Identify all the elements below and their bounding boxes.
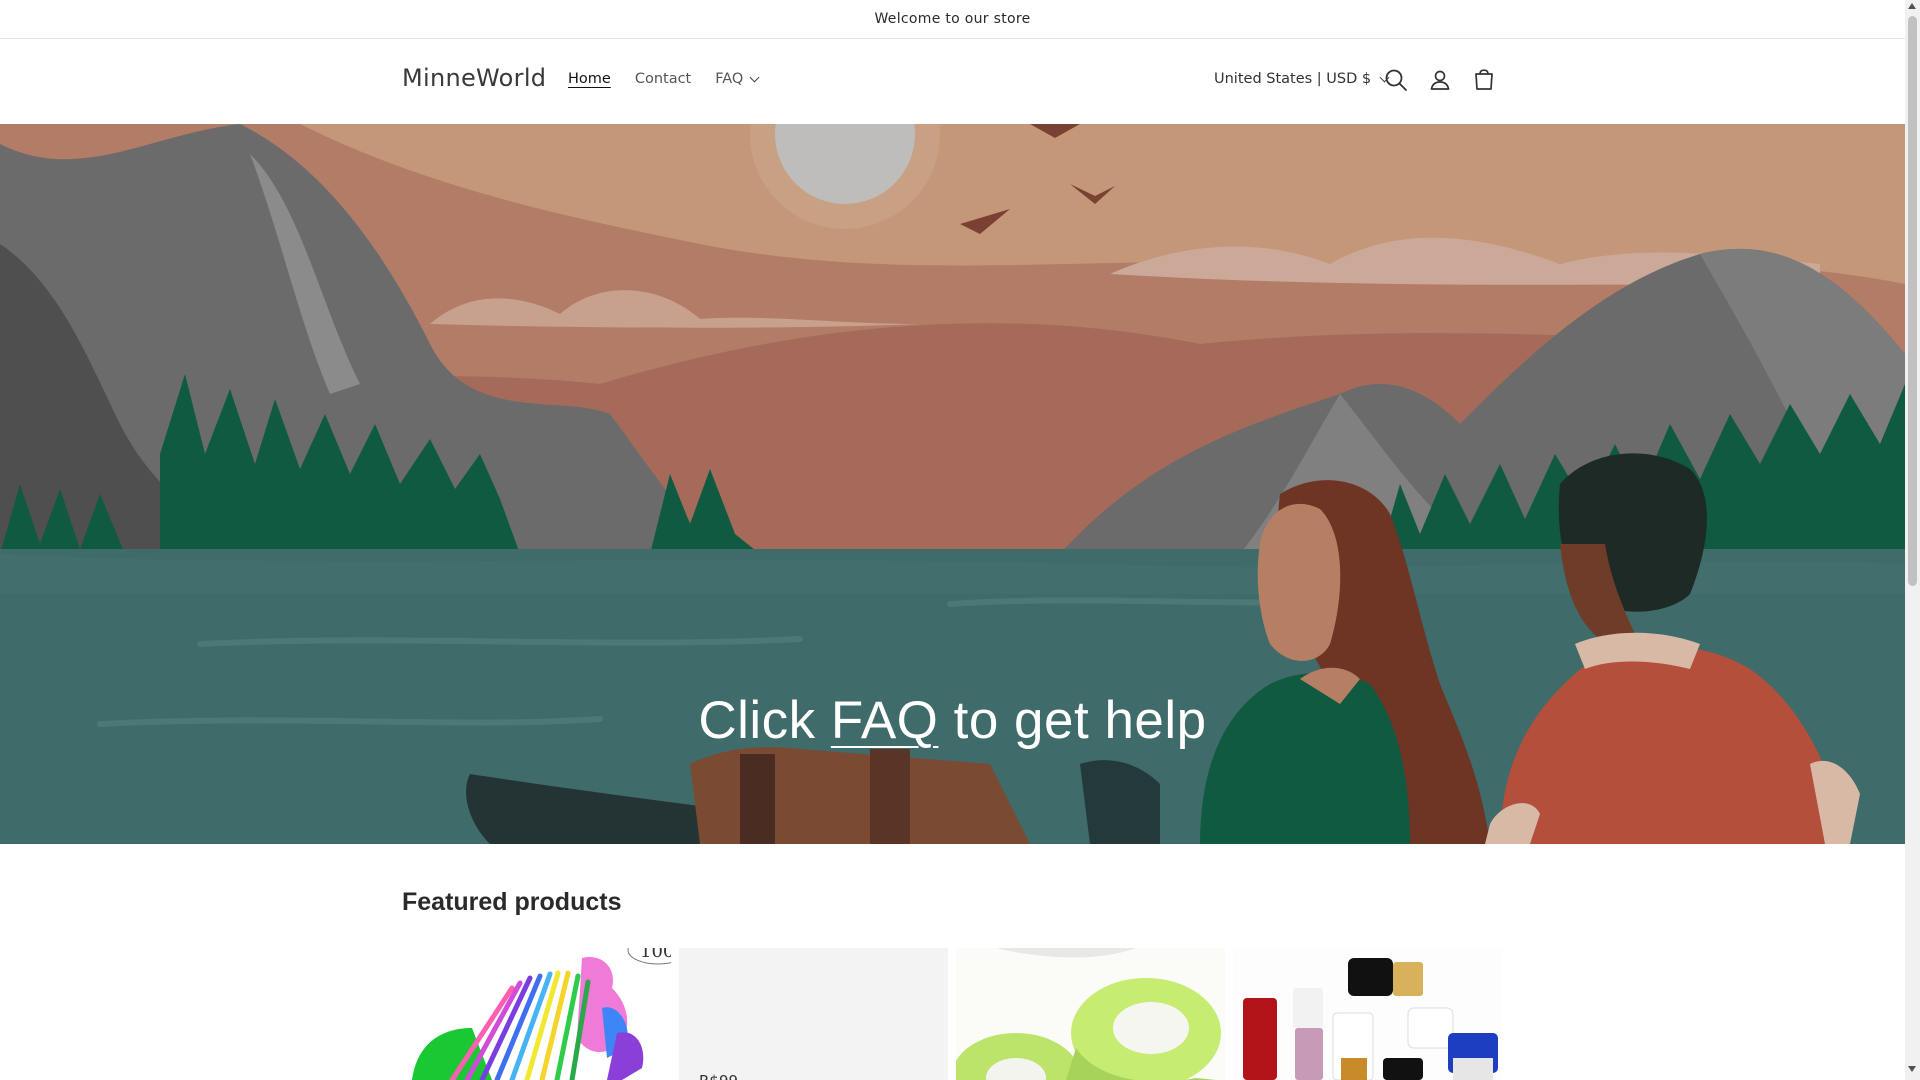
- product-card[interactable]: [956, 948, 1225, 1080]
- product-card[interactable]: R$99: [679, 948, 948, 1080]
- hero-banner: Click FAQ to get help: [0, 124, 1905, 844]
- nav-faq[interactable]: FAQ: [715, 71, 760, 87]
- announcement-text: Welcome to our store: [874, 11, 1031, 27]
- product-price: R$99: [699, 1072, 738, 1080]
- chevron-down-icon: [749, 72, 760, 82]
- store-logo[interactable]: MinneWorld: [402, 64, 546, 92]
- site-header: MinneWorld Home Contact FAQ United State…: [0, 39, 1905, 124]
- page-scrollbar[interactable]: [1905, 0, 1920, 1080]
- country-currency-selector[interactable]: United States | USD $: [1214, 71, 1390, 87]
- hero-faq-link[interactable]: FAQ: [831, 691, 939, 750]
- featured-products-heading: Featured products: [402, 888, 622, 916]
- scroll-up-arrow-icon[interactable]: [1908, 3, 1916, 9]
- product-badge-text: 100: [640, 948, 671, 962]
- search-icon[interactable]: [1383, 67, 1409, 93]
- account-icon[interactable]: [1427, 67, 1453, 93]
- cart-icon[interactable]: [1471, 67, 1497, 93]
- nav-faq-label: FAQ: [715, 71, 744, 87]
- product-card[interactable]: [1233, 948, 1502, 1080]
- product-grid: 100 R$99: [402, 948, 1503, 1080]
- country-currency-label: United States | USD $: [1214, 71, 1372, 87]
- product-image-glue-bottles: [1233, 948, 1502, 1080]
- product-image-microbrushes: 100: [412, 948, 671, 1080]
- main-nav: Home Contact FAQ: [568, 71, 760, 87]
- nav-home[interactable]: Home: [568, 71, 611, 87]
- nav-contact[interactable]: Contact: [635, 71, 691, 87]
- hero-title: Click FAQ to get help: [0, 690, 1905, 751]
- scrollbar-thumb[interactable]: [1908, 16, 1917, 586]
- announcement-bar: Welcome to our store: [0, 0, 1905, 39]
- product-card[interactable]: 100: [402, 948, 671, 1080]
- scroll-down-arrow-icon[interactable]: [1908, 1066, 1916, 1072]
- hero-title-suffix: to get help: [938, 691, 1207, 750]
- hero-title-prefix: Click: [698, 691, 831, 750]
- product-image-tape-rolls: [956, 948, 1225, 1080]
